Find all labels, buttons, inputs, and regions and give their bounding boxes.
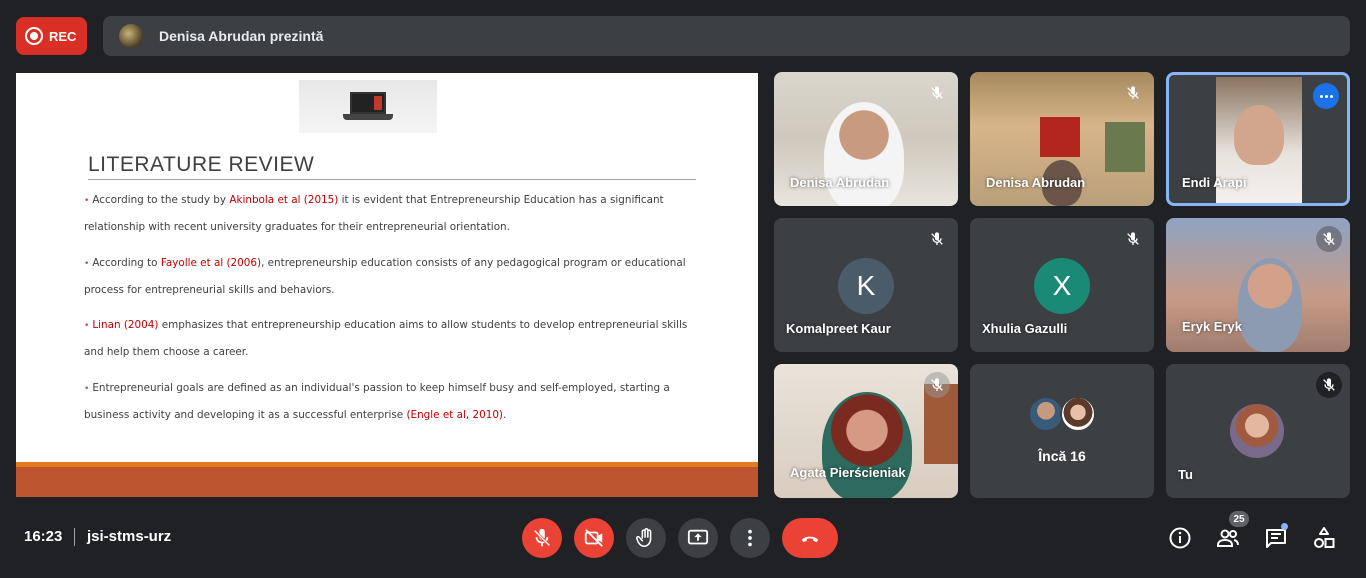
mic-off-icon xyxy=(1316,226,1342,252)
citation: (Engle et al, 2010) xyxy=(406,409,503,421)
avatar xyxy=(1060,396,1096,432)
camera-toggle-button[interactable] xyxy=(574,518,614,558)
activities-icon xyxy=(1314,527,1335,548)
slide-bullet: • Linan (2004) emphasizes that entreprene… xyxy=(84,319,688,358)
raise-hand-icon xyxy=(636,528,652,548)
citation: Akinbola et al (2015) xyxy=(229,194,339,206)
new-message-dot xyxy=(1281,523,1288,530)
record-icon xyxy=(25,27,43,45)
participant-tile[interactable]: Agata Pierścieniak xyxy=(774,364,958,498)
mic-toggle-button[interactable] xyxy=(522,518,562,558)
mic-off-icon xyxy=(924,226,950,252)
wall-painting xyxy=(1040,117,1080,157)
meeting-code[interactable]: jsi-stms-urz xyxy=(87,528,171,545)
participant-tile[interactable]: Denisa Abrudan xyxy=(774,72,958,206)
present-screen-icon xyxy=(687,529,709,545)
presenting-banner[interactable]: Denisa Abrudan prezintă xyxy=(103,16,1350,56)
mic-off-icon xyxy=(1316,372,1342,398)
more-participants-label: Încă 16 xyxy=(1038,448,1086,464)
participant-video xyxy=(822,392,912,498)
laptop-illustration xyxy=(299,80,437,133)
more-participants-tile[interactable]: Încă 16 xyxy=(970,364,1154,498)
presentation-slide: LITERATURE REVIEW • According to the stud… xyxy=(16,73,758,497)
camera-off-icon xyxy=(584,529,603,547)
end-call-button[interactable] xyxy=(782,518,838,558)
info-icon xyxy=(1169,527,1191,549)
participant-name: Eryk Eryk xyxy=(1182,319,1242,334)
raise-hand-button[interactable] xyxy=(626,518,666,558)
more-options-icon xyxy=(748,529,752,547)
mic-off-icon xyxy=(924,372,950,398)
participant-name: Endi Arapi xyxy=(1182,175,1247,190)
meeting-details-button[interactable] xyxy=(1166,524,1194,552)
presenter-avatar xyxy=(119,24,143,48)
slide-bullet: • According to the study by Akinbola et a… xyxy=(84,194,664,233)
citation: Fayolle et al (2006) xyxy=(160,257,262,269)
participant-tile[interactable]: Denisa Abrudan xyxy=(970,72,1154,206)
more-options-button[interactable] xyxy=(730,518,770,558)
participant-name: Komalpreet Kaur xyxy=(786,321,891,336)
avatar: K xyxy=(838,258,894,314)
slide-bullet: • Entrepreneurial goals are defined as an… xyxy=(84,382,670,421)
end-call-icon xyxy=(801,536,819,543)
meeting-time: 16:23 xyxy=(24,528,63,545)
participant-tile-active-speaker[interactable]: Endi Arapi xyxy=(1166,72,1350,206)
slide-bullet: • According to Fayolle et al (2006), entr… xyxy=(84,257,686,296)
mic-off-icon xyxy=(924,80,950,106)
laptop-icon xyxy=(343,91,393,122)
participant-tile[interactable]: Eryk Eryk xyxy=(1166,218,1350,352)
mic-off-icon xyxy=(1120,226,1146,252)
avatar: X xyxy=(1034,258,1090,314)
divider xyxy=(74,528,75,546)
more-options-icon[interactable] xyxy=(1313,83,1339,109)
participant-video xyxy=(1238,258,1302,352)
presenting-text: Denisa Abrudan prezintă xyxy=(159,28,324,44)
participant-tile[interactable]: K Komalpreet Kaur xyxy=(774,218,958,352)
activities-button[interactable] xyxy=(1310,524,1338,552)
participant-name: Denisa Abrudan xyxy=(790,175,890,190)
participant-name: Xhulia Gazulli xyxy=(982,321,1068,336)
participant-name: Tu xyxy=(1178,467,1193,482)
present-screen-button[interactable] xyxy=(678,518,718,558)
self-tile[interactable]: Tu xyxy=(1166,364,1350,498)
people-icon xyxy=(1217,529,1239,547)
participant-name: Denisa Abrudan xyxy=(986,175,1086,190)
participant-count-badge: 25 xyxy=(1229,511,1249,527)
citation: Linan (2004) xyxy=(92,319,159,331)
avatar xyxy=(1230,404,1284,458)
slide-title: LITERATURE REVIEW xyxy=(88,153,696,180)
recording-label: REC xyxy=(49,28,77,44)
slide-footer xyxy=(16,467,758,497)
people-button[interactable] xyxy=(1214,524,1242,552)
mic-off-icon xyxy=(533,528,551,547)
participant-video xyxy=(824,102,904,206)
recording-indicator[interactable]: REC xyxy=(16,17,87,55)
participant-tile[interactable]: X Xhulia Gazulli xyxy=(970,218,1154,352)
participant-name: Agata Pierścieniak xyxy=(790,465,906,480)
mic-off-icon xyxy=(1120,80,1146,106)
avatar xyxy=(1028,396,1064,432)
wall-painting xyxy=(1105,122,1145,172)
